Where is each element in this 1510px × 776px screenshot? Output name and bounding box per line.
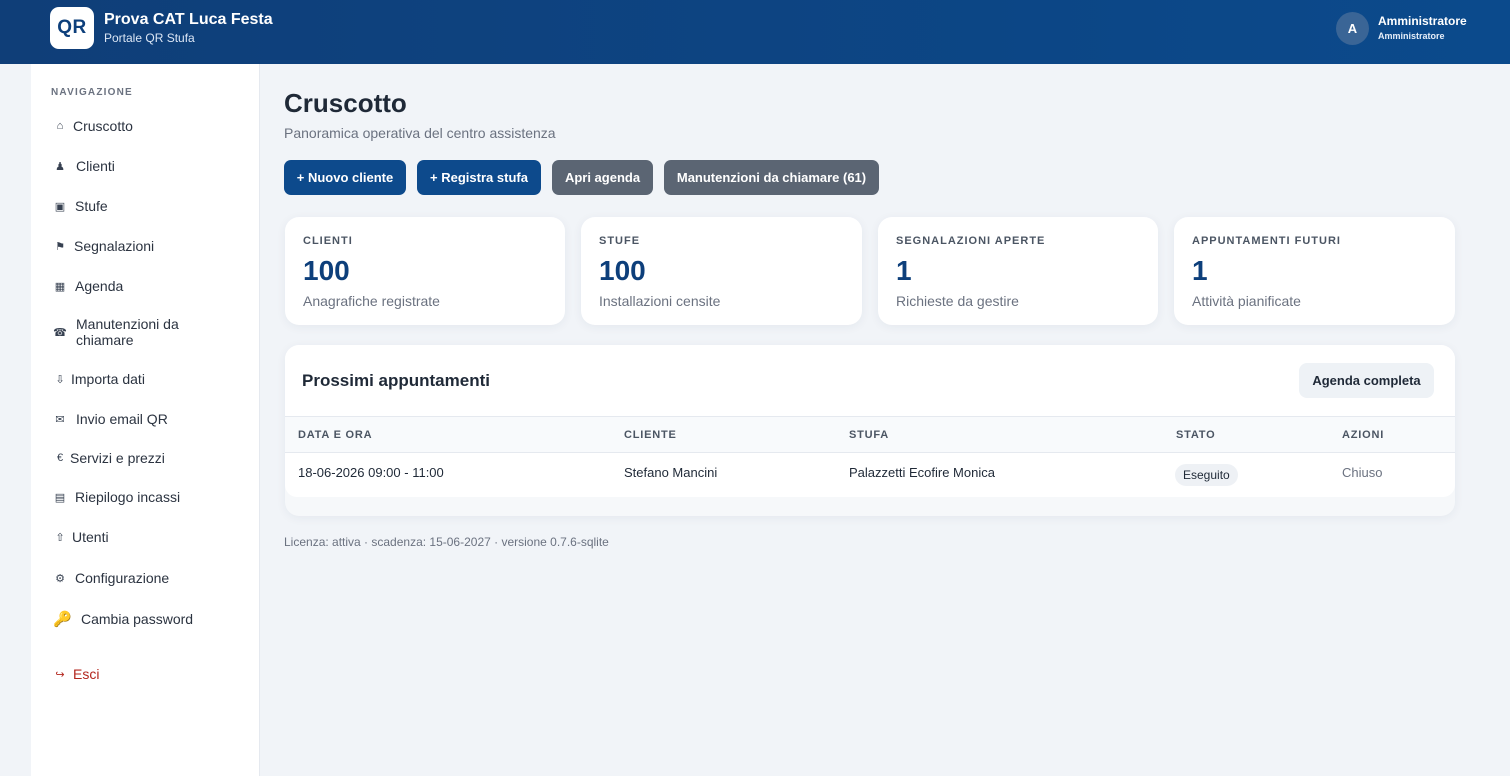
logout-icon: ↪ <box>55 668 65 681</box>
sidebar-item-label: Stufe <box>75 198 108 214</box>
cell-datetime: 18-06-2026 09:00 - 11:00 <box>298 465 444 480</box>
panel-title: Prossimi appuntamenti <box>302 371 490 390</box>
mail-icon: ✉ <box>55 413 65 426</box>
sidebar-item-label: Cruscotto <box>73 118 133 134</box>
stat-card-stufe: STUFE 100 Installazioni censite <box>581 217 862 325</box>
sidebar-item-importa[interactable]: ⇩ Importa dati <box>53 371 145 387</box>
stat-card-segnalazioni: SEGNALAZIONI APERTE 1 Richieste da gesti… <box>878 217 1158 325</box>
cell-stove[interactable]: Palazzetti Ecofire Monica <box>849 465 995 480</box>
avatar[interactable]: A <box>1336 12 1369 45</box>
phone-icon: ☎ <box>53 326 67 339</box>
app-title: Prova CAT Luca Festa <box>104 11 273 28</box>
key-icon: 🔑 <box>53 611 72 628</box>
user-icon: ♟ <box>55 160 65 173</box>
table-header: DATA E ORA CLIENTE STUFA STATO AZIONI <box>285 417 1455 453</box>
column-header-stove[interactable]: STUFA <box>849 429 889 441</box>
sidebar-item-label: Riepilogo incassi <box>75 489 181 505</box>
sidebar-item-password[interactable]: 🔑 Cambia password <box>53 610 193 628</box>
gear-icon: ⚙ <box>55 572 65 585</box>
stat-value: 1 <box>896 255 912 286</box>
nav-heading: NAVIGAZIONE <box>51 87 133 98</box>
license-footer: Licenza: attiva · scadenza: 15-06-2027 ·… <box>284 535 609 549</box>
sidebar-item-label: Configurazione <box>75 570 170 586</box>
sidebar-item-label: Invio email QR <box>76 411 168 427</box>
column-header-status[interactable]: STATO <box>1176 429 1215 441</box>
sidebar-item-incassi[interactable]: ▤ Riepilogo incassi <box>53 489 180 505</box>
stat-card-appuntamenti: APPUNTAMENTI FUTURI 1 Attività pianifica… <box>1174 217 1455 325</box>
stat-label: CLIENTI <box>303 235 353 247</box>
column-header-actions: AZIONI <box>1342 429 1385 441</box>
stat-value: 1 <box>1192 255 1208 286</box>
column-header-client[interactable]: CLIENTE <box>624 429 677 441</box>
flag-icon: ⚑ <box>55 240 65 253</box>
cell-client[interactable]: Stefano Mancini <box>624 465 717 480</box>
sidebar-item-clienti[interactable]: ♟ Clienti <box>53 158 115 174</box>
stat-label: STUFE <box>599 235 641 247</box>
stat-description: Richieste da gestire <box>896 293 1019 309</box>
calendar-icon: ▦ <box>54 280 66 293</box>
sidebar-item-label: Esci <box>73 666 100 682</box>
app-logo[interactable]: QR <box>50 7 94 49</box>
sidebar-item-label: Segnalazioni <box>74 238 155 254</box>
user-name[interactable]: Amministratore <box>1378 14 1467 28</box>
top-header: QR Prova CAT Luca Festa Portale QR Stufa… <box>0 0 1510 64</box>
stat-value: 100 <box>599 255 646 286</box>
stat-description: Anagrafiche registrate <box>303 293 440 309</box>
users-icon: ⇧ <box>55 531 65 544</box>
column-header-date[interactable]: DATA E ORA <box>298 429 372 441</box>
stove-icon: ▣ <box>54 200 66 213</box>
user-role: Amministratore <box>1378 31 1445 41</box>
sidebar-item-label: Clienti <box>76 158 115 174</box>
home-icon: ⌂ <box>56 120 64 132</box>
action-closed-label: Chiuso <box>1342 465 1383 480</box>
ledger-icon: ▤ <box>54 491 66 504</box>
stat-value: 100 <box>303 255 350 286</box>
sidebar-item-utenti[interactable]: ⇧ Utenti <box>53 529 109 545</box>
sidebar-item-cruscotto[interactable]: ⌂ Cruscotto <box>53 118 133 134</box>
page-subtitle: Panoramica operativa del centro assisten… <box>284 125 556 141</box>
sidebar-item-agenda[interactable]: ▦ Agenda <box>53 278 123 294</box>
sidebar-item-label: Servizi e prezzi <box>70 450 165 466</box>
download-icon: ⇩ <box>55 373 65 386</box>
open-agenda-button[interactable]: Apri agenda <box>552 160 653 195</box>
app-subtitle: Portale QR Stufa <box>104 31 195 45</box>
euro-icon: € <box>56 452 64 464</box>
sidebar-item-servizi[interactable]: € Servizi e prezzi <box>53 450 165 466</box>
maintenance-calls-button[interactable]: Manutenzioni da chiamare (61) <box>664 160 879 195</box>
sidebar-item-label: Importa dati <box>71 371 145 387</box>
sidebar-item-label: Agenda <box>75 278 124 294</box>
panel-header: Prossimi appuntamenti Agenda completa <box>285 345 1455 417</box>
stat-description: Installazioni censite <box>599 293 721 309</box>
stat-description: Attività pianificate <box>1192 293 1301 309</box>
stat-label: APPUNTAMENTI FUTURI <box>1192 235 1341 247</box>
sidebar-item-esci[interactable]: ↪ Esci <box>53 666 99 682</box>
stat-label: SEGNALAZIONI APERTE <box>896 235 1046 247</box>
sidebar-item-configurazione[interactable]: ⚙ Configurazione <box>53 570 169 586</box>
sidebar-item-label: Manutenzioni da chiamare <box>76 316 179 348</box>
appointments-table: DATA E ORA CLIENTE STUFA STATO AZIONI 18… <box>285 417 1455 497</box>
status-badge: Eseguito <box>1175 464 1238 486</box>
sidebar-item-label: Cambia password <box>81 611 194 627</box>
new-client-button[interactable]: + Nuovo cliente <box>284 160 406 195</box>
stat-card-clienti: CLIENTI 100 Anagrafiche registrate <box>285 217 565 325</box>
full-agenda-button[interactable]: Agenda completa <box>1299 363 1434 398</box>
sidebar-item-label: Utenti <box>72 529 109 545</box>
sidebar: NAVIGAZIONE ⌂ Cruscotto ♟ Clienti ▣ Stuf… <box>31 64 260 776</box>
sidebar-item-manutenzioni[interactable]: ☎ Manutenzioni da chiamare <box>53 316 196 348</box>
sidebar-item-stufe[interactable]: ▣ Stufe <box>53 198 108 214</box>
appointments-panel: Prossimi appuntamenti Agenda completa DA… <box>285 345 1455 516</box>
sidebar-item-segnalazioni[interactable]: ⚑ Segnalazioni <box>53 238 154 254</box>
sidebar-item-email[interactable]: ✉ Invio email QR <box>53 411 168 427</box>
register-stove-button[interactable]: + Registra stufa <box>417 160 541 195</box>
page-title: Cruscotto <box>284 88 407 118</box>
